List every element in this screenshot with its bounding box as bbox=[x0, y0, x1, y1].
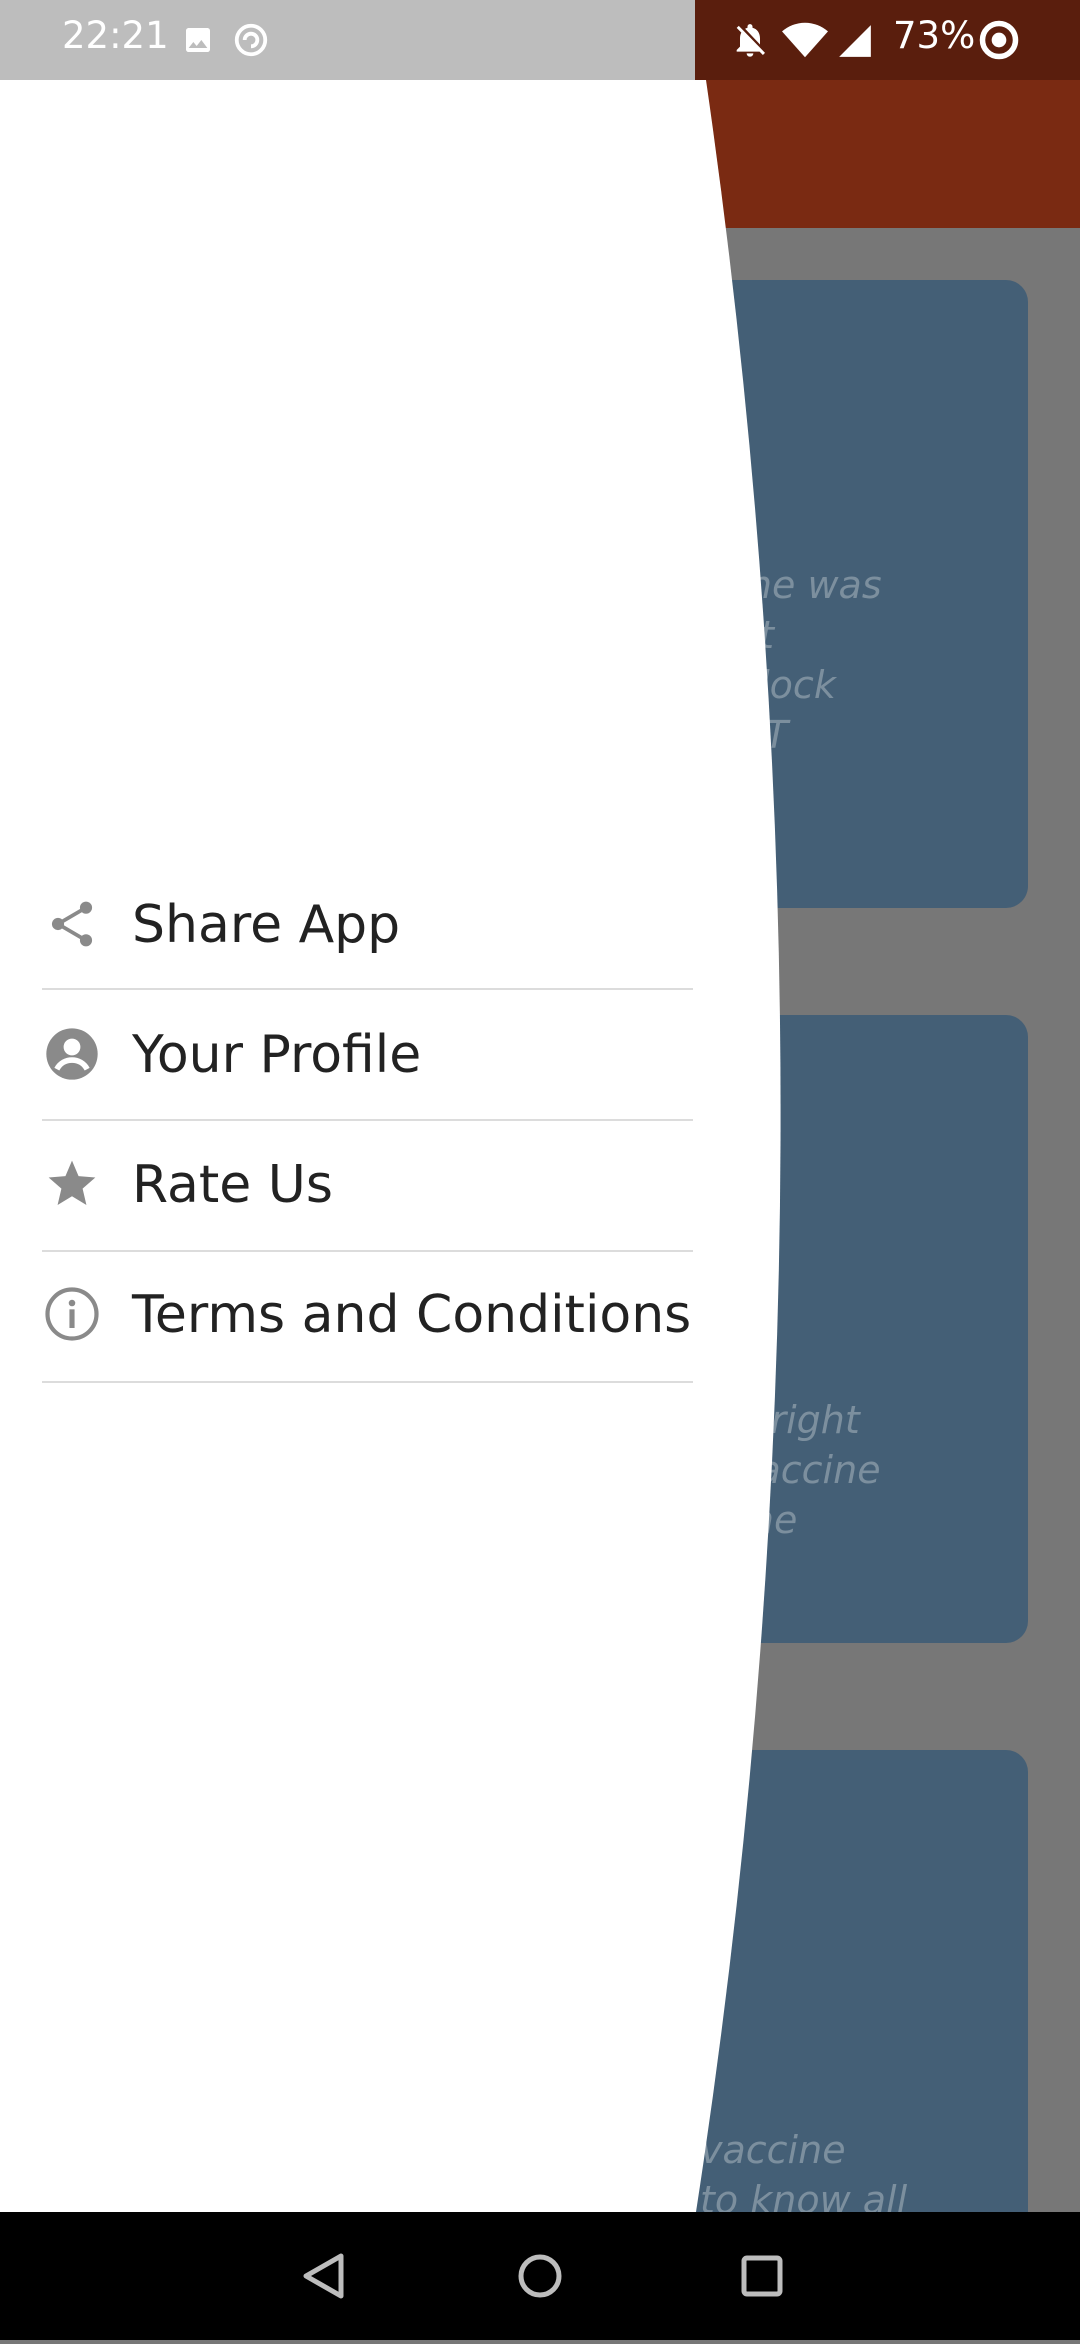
back-icon bbox=[303, 2253, 344, 2299]
drawer-menu: Share App Your Profile Rate Us Terms and… bbox=[0, 858, 700, 1383]
back-button[interactable] bbox=[242, 2212, 402, 2340]
divider bbox=[42, 1381, 693, 1383]
profile-icon bbox=[46, 1028, 98, 1080]
recents-icon bbox=[741, 2255, 783, 2297]
info-icon bbox=[45, 1287, 99, 1341]
recents-button[interactable] bbox=[682, 2212, 842, 2340]
menu-item-terms-and-conditions[interactable]: Terms and Conditions bbox=[0, 1248, 700, 1378]
home-button[interactable] bbox=[460, 2212, 620, 2340]
menu-item-label: Rate Us bbox=[132, 1155, 333, 1215]
home-icon bbox=[518, 2254, 562, 2298]
menu-item-share-app[interactable]: Share App bbox=[0, 858, 700, 988]
share-icon bbox=[51, 901, 93, 947]
menu-item-label: Terms and Conditions bbox=[132, 1285, 692, 1345]
menu-item-your-profile[interactable]: Your Profile bbox=[0, 988, 700, 1118]
menu-item-rate-us[interactable]: Rate Us bbox=[0, 1118, 700, 1248]
system-nav-bar bbox=[0, 2212, 1080, 2340]
star-icon bbox=[48, 1160, 96, 1205]
menu-item-label: Share App bbox=[132, 895, 401, 955]
menu-item-label: Your Profile bbox=[132, 1025, 422, 1085]
